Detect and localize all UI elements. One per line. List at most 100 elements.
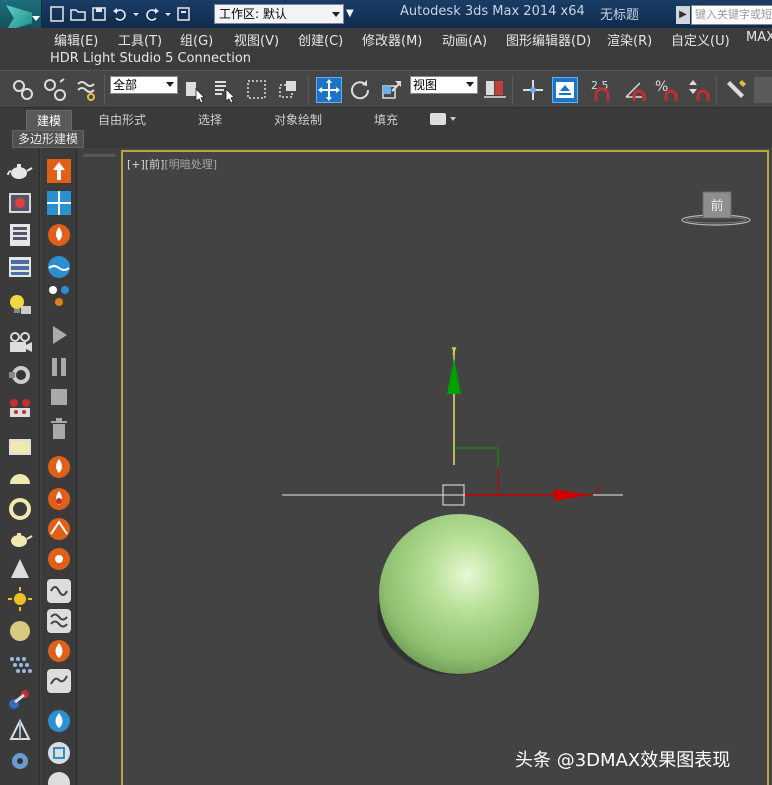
settings-gear-icon[interactable] <box>7 748 33 774</box>
render-setup-icon[interactable] <box>7 222 33 248</box>
color-dots-icon[interactable] <box>46 284 72 310</box>
flame-icon-1[interactable] <box>46 454 72 480</box>
rendered-frame-icon[interactable] <box>7 254 33 280</box>
viewport-front[interactable]: [+][前][明暗处理] 前 y x 头条 @3DMAX效果图表现 <box>121 150 769 785</box>
menu-tools[interactable]: 工具(T) <box>118 30 162 49</box>
menu-hdr-light-studio[interactable]: HDR Light Studio 5 Connection <box>50 51 251 66</box>
move-tool-icon[interactable] <box>316 77 342 103</box>
gizmo-plane-green[interactable] <box>454 447 499 495</box>
flame-icon-4[interactable] <box>46 546 72 572</box>
select-by-name-icon[interactable] <box>212 77 238 104</box>
fire-sphere-icon[interactable] <box>46 222 72 248</box>
tab-freeform[interactable]: 自由形式 <box>98 110 146 130</box>
undo-dropdown-icon[interactable] <box>132 5 140 23</box>
edit-named-selection-icon[interactable] <box>724 77 750 103</box>
material-editor-icon[interactable] <box>7 190 33 216</box>
stop-icon[interactable] <box>46 384 72 410</box>
menu-rendering[interactable]: 渲染(R) <box>607 30 652 49</box>
sphere-object-icon[interactable] <box>7 618 33 644</box>
project-folder-icon[interactable] <box>175 5 193 23</box>
menu-animation[interactable]: 动画(A) <box>442 30 487 49</box>
smoke-icon-2[interactable] <box>46 608 72 634</box>
smoke-icon-1[interactable] <box>46 578 72 604</box>
snaps-toggle-icon[interactable]: 2.5 <box>590 77 616 103</box>
menu-edit[interactable]: 编辑(E) <box>54 30 98 49</box>
rect-selection-icon[interactable] <box>244 77 270 103</box>
ring-icon[interactable] <box>7 496 33 522</box>
angle-snap-icon[interactable] <box>622 77 648 103</box>
particle-grid-icon[interactable] <box>7 654 33 680</box>
rotate-tool-icon[interactable] <box>348 77 374 103</box>
hemisphere-icon[interactable] <box>7 466 33 492</box>
keyboard-shortcut-override-icon[interactable] <box>552 77 578 103</box>
fire-drop-icon[interactable] <box>46 638 72 664</box>
sun-icon[interactable] <box>7 586 33 612</box>
teapot-small-icon[interactable] <box>7 526 33 552</box>
water-drop-icon[interactable] <box>46 708 72 734</box>
gizmo-x-arrow[interactable] <box>554 489 590 501</box>
menu-view[interactable]: 视图(V) <box>234 30 279 49</box>
menu-customize[interactable]: 自定义(U) <box>671 30 730 49</box>
sphere-object[interactable] <box>379 514 539 674</box>
toolbar-overflow-icon[interactable]: ▼ <box>346 6 358 22</box>
redo-icon[interactable] <box>143 5 161 23</box>
ref-coord-dropdown[interactable]: 视图 <box>410 76 478 94</box>
select-manipulate-icon[interactable] <box>520 77 546 103</box>
menu-group[interactable]: 组(G) <box>180 30 213 49</box>
trash-icon[interactable] <box>46 416 72 442</box>
water-sphere-icon[interactable] <box>46 254 72 280</box>
teapot-icon[interactable] <box>7 158 33 184</box>
camera-icon[interactable] <box>7 330 33 356</box>
workspace-selector[interactable]: 工作区: 默认 <box>214 4 344 24</box>
panel-grip[interactable] <box>83 154 115 157</box>
tab-modeling[interactable]: 建模 <box>26 110 73 130</box>
window-crossing-icon[interactable] <box>276 77 302 103</box>
app-window: 工作区: 默认 ▼ Autodesk 3ds Max 2014 x64 无标题 … <box>0 0 772 785</box>
menu-create[interactable]: 创建(C) <box>298 30 343 49</box>
water-cup-icon[interactable] <box>46 770 72 785</box>
cone-icon[interactable] <box>7 556 33 582</box>
unlink-icon[interactable] <box>42 77 68 103</box>
ribbon-display-icon[interactable] <box>430 113 446 125</box>
water-grid-icon[interactable] <box>46 190 72 216</box>
search-expand-icon[interactable]: ▶ <box>676 6 690 24</box>
save-icon[interactable] <box>90 5 108 23</box>
pause-icon[interactable] <box>46 354 72 380</box>
redo-dropdown-icon[interactable] <box>164 5 172 23</box>
new-file-icon[interactable] <box>48 5 66 23</box>
polygon-modeling-panel[interactable]: 多边形建模 <box>12 130 85 148</box>
selection-filter-dropdown[interactable]: 全部 <box>110 76 178 94</box>
flame-icon-2[interactable] <box>46 486 72 512</box>
light-bulb-icon[interactable] <box>7 292 33 318</box>
play-icon[interactable] <box>46 322 72 348</box>
spinner-snap-icon[interactable] <box>686 77 712 103</box>
undo-icon[interactable] <box>111 5 129 23</box>
open-folder-icon[interactable] <box>69 5 87 23</box>
percent-snap-icon[interactable]: % <box>654 77 680 103</box>
select-object-icon[interactable] <box>182 77 208 104</box>
menu-modifiers[interactable]: 修改器(M) <box>362 30 422 49</box>
water-box-icon[interactable] <box>46 740 72 766</box>
biped-icon[interactable] <box>7 718 33 744</box>
gizmo-y-arrow[interactable] <box>447 358 461 394</box>
smoke-icon-3[interactable] <box>46 668 72 694</box>
named-selection-sets-icon[interactable] <box>754 77 772 103</box>
search-input[interactable]: 键入关键字或短语 <box>691 5 772 25</box>
tab-object-paint[interactable]: 对象绘制 <box>274 110 322 130</box>
pivot-center-icon[interactable] <box>482 77 508 103</box>
helper-tape-icon[interactable] <box>7 362 33 388</box>
tab-populate[interactable]: 填充 <box>374 110 398 130</box>
tab-selection[interactable]: 选择 <box>198 110 222 130</box>
menu-maxscript[interactable]: MAX <box>746 30 772 45</box>
viewport-scene: y x <box>282 345 623 675</box>
character-icon[interactable] <box>7 394 33 420</box>
scale-tool-icon[interactable] <box>380 77 406 103</box>
bone-icon[interactable] <box>7 686 33 712</box>
fire-grid-icon[interactable] <box>46 158 72 184</box>
bind-spacewarp-icon[interactable] <box>74 77 100 103</box>
chevron-down-icon[interactable] <box>450 117 456 121</box>
plane-object-icon[interactable] <box>7 434 33 460</box>
link-icon[interactable] <box>10 77 36 103</box>
flame-icon-3[interactable] <box>46 516 72 542</box>
menu-graph-editors[interactable]: 图形编辑器(D) <box>506 30 591 49</box>
